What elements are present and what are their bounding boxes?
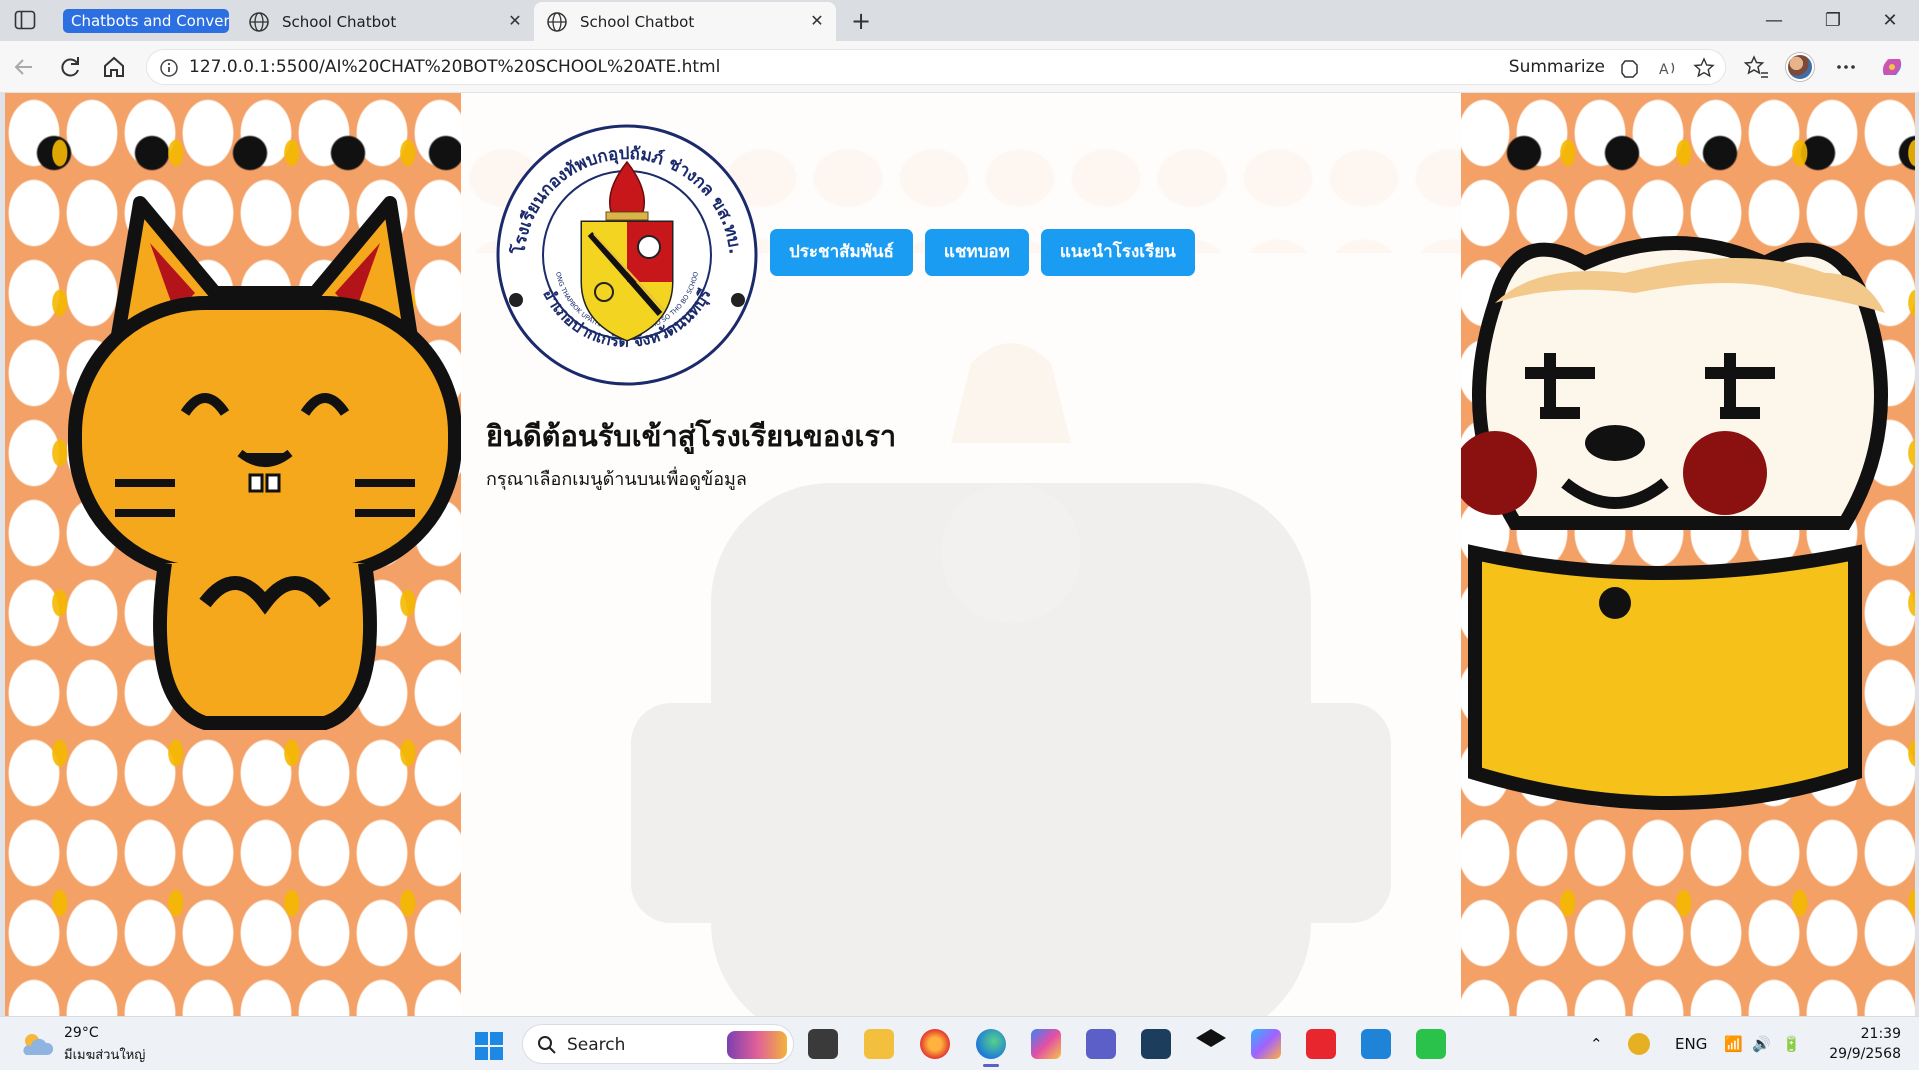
copilot-icon[interactable] [1878, 53, 1906, 81]
tab-school-chatbot-2[interactable]: School Chatbot ✕ [534, 2, 836, 41]
menu-school-intro-button[interactable]: แนะนำโรงเรียน [1040, 229, 1195, 276]
back-arrow-icon[interactable] [10, 53, 38, 81]
navigation-bar: 127.0.0.1:5500/AI%20CHAT%20BOT%20SCHOOL%… [0, 41, 1919, 93]
clock-time: 21:39 [1860, 1026, 1901, 1042]
tab-actions-icon[interactable] [14, 10, 36, 30]
tab-title: School Chatbot [282, 12, 397, 31]
firefox-icon[interactable] [920, 1029, 950, 1059]
menu-public-relations-button[interactable]: ประชาสัมพันธ์ [770, 229, 913, 276]
search-icon [538, 1036, 556, 1054]
system-clock[interactable]: 21:39 29/9/2568 [1829, 1024, 1901, 1064]
favorite-star-icon[interactable] [1693, 57, 1715, 79]
taskbar-search[interactable]: Search [522, 1024, 794, 1064]
refresh-icon[interactable] [56, 53, 84, 81]
minimize-button[interactable]: — [1756, 6, 1792, 36]
globe-icon [547, 11, 567, 32]
more-options-icon[interactable] [1832, 53, 1860, 81]
line-app-icon[interactable] [1416, 1029, 1446, 1059]
address-bar[interactable]: 127.0.0.1:5500/AI%20CHAT%20BOT%20SCHOOL%… [146, 49, 1726, 85]
tab-title: School Chatbot [580, 12, 695, 31]
copilot-summarize-icon[interactable] [1619, 57, 1641, 79]
school-logo-emblem: โรงเรียนกองทัพบกอุปถัมภ์ ช่างกล ขส.ทบ. อ… [494, 122, 758, 386]
menu-chatbot-button[interactable]: แชทบอท [924, 229, 1029, 276]
page-background: โรงเรียนกองทัพบกอุปถัมภ์ ช่างกล ขส.ทบ. อ… [5, 93, 1915, 1016]
new-tab-button[interactable]: + [846, 6, 876, 36]
restore-button[interactable]: ❐ [1815, 6, 1851, 36]
volume-icon[interactable]: 🔊 [1752, 1017, 1771, 1070]
teams-icon[interactable] [1086, 1029, 1116, 1059]
summarize-button[interactable]: Summarize [1509, 50, 1605, 84]
weather-condition[interactable]: มีเมฆส่วนใหญ่ [64, 1044, 145, 1065]
task-view-icon[interactable] [808, 1029, 838, 1059]
read-aloud-icon[interactable]: A [1657, 57, 1679, 79]
wifi-icon[interactable]: 📶 [1724, 1017, 1743, 1070]
welcome-subtitle: กรุณาเลือกเมนูด้านบนเพื่อดูข้อมูล [486, 469, 747, 490]
favorites-icon[interactable] [1742, 53, 1770, 81]
profile-avatar[interactable] [1786, 53, 1814, 81]
dropbox-icon[interactable] [1196, 1029, 1226, 1047]
home-icon[interactable] [100, 53, 128, 81]
windows-taskbar: 29°C มีเมฆส่วนใหญ่ Search ⌃ ENG 📶 🔊 🔋 21… [0, 1016, 1919, 1070]
windows-start-icon[interactable] [474, 1031, 504, 1061]
main-menu: ประชาสัมพันธ์ แชทบอท แนะนำโรงเรียน [770, 229, 1195, 276]
microsoft-365-icon[interactable] [1251, 1029, 1281, 1059]
tiger-mascot-illustration [68, 196, 462, 730]
show-hidden-icons-chevron-icon[interactable]: ⌃ [1590, 1017, 1603, 1070]
clock-date: 29/9/2568 [1829, 1046, 1901, 1062]
svg-text:A: A [1659, 62, 1669, 78]
url-text[interactable]: 127.0.0.1:5500/AI%20CHAT%20BOT%20SCHOOL%… [189, 50, 720, 84]
cloudy-weather-icon[interactable] [20, 1029, 54, 1059]
info-icon[interactable] [159, 58, 179, 78]
input-language[interactable]: ENG [1675, 1017, 1707, 1070]
tray-app-icon[interactable] [1628, 1033, 1650, 1055]
search-label: Search [567, 1035, 626, 1055]
close-window-button[interactable]: ✕ [1872, 6, 1908, 36]
file-explorer-icon[interactable] [864, 1029, 894, 1059]
edge-icon[interactable] [976, 1029, 1006, 1059]
close-tab-icon[interactable]: ✕ [506, 12, 524, 30]
search-highlight-image [727, 1031, 787, 1059]
close-tab-icon[interactable]: ✕ [808, 12, 826, 30]
tab-group-chip[interactable]: Chatbots and Convers [63, 9, 229, 33]
welcome-title: ยินดีต้อนรับเข้าสู่โรงเรียนของเรา [486, 419, 897, 453]
weather-temperature[interactable]: 29°C [64, 1025, 99, 1041]
bear-mascot-illustration [1455, 236, 1888, 810]
wps-office-icon[interactable] [1306, 1029, 1336, 1059]
battery-icon[interactable]: 🔋 [1782, 1017, 1801, 1070]
tab-strip: Chatbots and Convers School Chatbot ✕ Sc… [0, 0, 1919, 41]
globe-icon [249, 11, 269, 32]
vscode-icon[interactable] [1361, 1029, 1391, 1059]
copilot-app-icon[interactable] [1031, 1029, 1061, 1059]
app-shield-icon[interactable] [1141, 1029, 1171, 1059]
edge-active-indicator [983, 1064, 999, 1067]
tab-school-chatbot-1[interactable]: School Chatbot ✕ [236, 2, 534, 41]
main-content-panel: โรงเรียนกองทัพบกอุปถัมภ์ ช่างกล ขส.ทบ. อ… [461, 93, 1461, 1016]
